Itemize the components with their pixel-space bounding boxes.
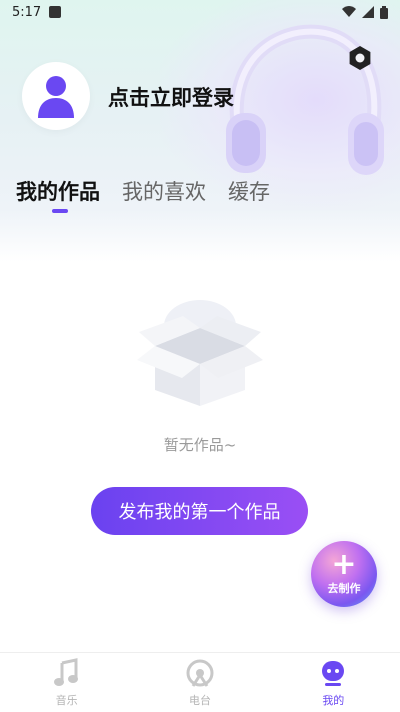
empty-box-icon — [137, 300, 263, 406]
tab-bar: 我的作品 我的喜欢 缓存 — [16, 176, 270, 206]
radio-icon — [186, 659, 214, 687]
login-prompt[interactable]: 点击立即登录 — [108, 82, 234, 112]
fab-label: 去制作 — [327, 582, 361, 595]
publish-first-work-button[interactable]: 发布我的第一个作品 — [91, 487, 308, 535]
tab-indicator — [52, 209, 68, 213]
music-note-icon — [53, 658, 78, 686]
tab-my-likes[interactable]: 我的喜欢 — [122, 176, 206, 206]
status-icons — [342, 5, 388, 19]
nav-label-radio: 电台 — [188, 694, 211, 707]
notification-icon — [49, 6, 62, 18]
battery-icon — [380, 5, 388, 19]
user-avatar-icon — [38, 76, 74, 118]
nav-label-mine: 我的 — [322, 694, 345, 707]
nav-item-music[interactable]: 音乐 — [0, 653, 133, 712]
plus-icon: + — [331, 547, 357, 582]
tab-my-works[interactable]: 我的作品 — [16, 176, 100, 206]
nav-label-music: 音乐 — [55, 694, 78, 707]
avatar[interactable] — [22, 62, 90, 130]
settings-button[interactable] — [346, 44, 374, 72]
create-fab-button[interactable]: + 去制作 — [311, 541, 377, 607]
bottom-nav: 音乐 电台 我的 — [0, 652, 400, 712]
nav-item-mine[interactable]: 我的 — [267, 653, 400, 712]
tab-cache[interactable]: 缓存 — [228, 176, 270, 206]
status-bar: 5:17 — [0, 0, 400, 24]
settings-hexagon-icon — [349, 46, 371, 70]
status-time: 5:17 — [12, 4, 42, 20]
signal-icon — [362, 6, 374, 18]
profile-bot-icon — [322, 661, 345, 686]
empty-state-message: 暂无作品~ — [163, 436, 237, 454]
header-background — [0, 0, 400, 262]
wifi-icon — [342, 6, 356, 17]
nav-item-radio[interactable]: 电台 — [133, 653, 266, 712]
